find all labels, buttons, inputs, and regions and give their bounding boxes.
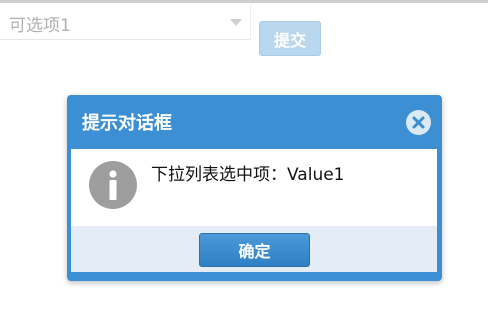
confirm-button[interactable]: 确定 xyxy=(199,233,310,267)
option-select[interactable]: 可选项1 xyxy=(0,4,251,40)
top-divider xyxy=(0,0,488,3)
info-icon xyxy=(88,160,138,210)
select-selected-value: 可选项1 xyxy=(9,16,71,36)
alert-dialog: 提示对话框 下拉列表选中项：Value1 确定 xyxy=(67,95,442,281)
dialog-body: 下拉列表选中项：Value1 xyxy=(71,149,437,226)
dialog-title: 提示对话框 xyxy=(82,113,172,134)
close-icon[interactable] xyxy=(406,110,431,135)
dialog-footer: 确定 xyxy=(71,226,437,272)
dialog-message: 下拉列表选中项：Value1 xyxy=(151,165,345,185)
chevron-down-icon xyxy=(230,19,242,26)
submit-button[interactable]: 提交 xyxy=(259,21,321,56)
